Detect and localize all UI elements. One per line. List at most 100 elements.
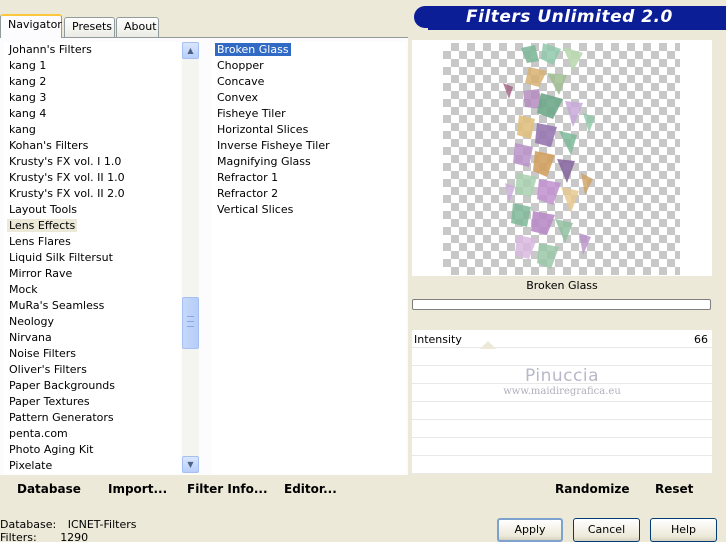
category-item-label: Layout Tools xyxy=(9,203,77,216)
database-button[interactable]: Database xyxy=(17,482,81,496)
filter-item[interactable]: Broken Glass xyxy=(212,42,406,58)
category-item[interactable]: Pixelate xyxy=(4,458,181,474)
category-item-label: Krusty's FX vol. II 1.0 xyxy=(9,171,125,184)
category-item-label: kang 1 xyxy=(9,59,47,72)
filter-item[interactable]: Magnifying Glass xyxy=(212,154,406,170)
category-item-label: kang 4 xyxy=(9,107,47,120)
category-item-label: Neology xyxy=(9,315,55,328)
category-list[interactable]: Johann's Filters kang 1 kang 2 kang 3 kang 4… xyxy=(4,42,181,474)
editor-button[interactable]: Editor... xyxy=(284,482,337,496)
scroll-up-button[interactable]: ▲ xyxy=(182,42,199,59)
filter-item-label: Fisheye Tiler xyxy=(217,107,286,120)
filter-item[interactable]: Inverse Fisheye Tiler xyxy=(212,138,406,154)
filter-item[interactable]: Chopper xyxy=(212,58,406,74)
category-item-label: Mock xyxy=(9,283,38,296)
category-item[interactable]: Layout Tools xyxy=(4,202,181,218)
category-item[interactable]: Oliver's Filters xyxy=(4,362,181,378)
category-item[interactable]: Mock xyxy=(4,282,181,298)
filter-item-label: Chopper xyxy=(217,59,264,72)
filters-status-label: Filters: xyxy=(0,531,37,542)
category-item-label: Liquid Silk Filtersut xyxy=(9,251,113,264)
filter-item[interactable]: Refractor 1 xyxy=(212,170,406,186)
filter-item[interactable]: Fisheye Tiler xyxy=(212,106,406,122)
scroll-down-button[interactable]: ▼ xyxy=(182,456,199,473)
category-item[interactable]: Kohan's Filters xyxy=(4,138,181,154)
import-button[interactable]: Import... xyxy=(108,482,167,496)
category-item-label: Paper Textures xyxy=(9,395,90,408)
watermark-name: Pinuccia xyxy=(525,366,599,386)
category-item[interactable]: kang 1 xyxy=(4,58,181,74)
category-item-label: Nirvana xyxy=(9,331,52,344)
param-row-empty xyxy=(412,348,712,366)
scroll-thumb[interactable] xyxy=(182,297,199,349)
category-item[interactable]: Liquid Silk Filtersut xyxy=(4,250,181,266)
filter-item[interactable]: Convex xyxy=(212,90,406,106)
param-row-empty xyxy=(412,456,712,474)
category-item-label: Oliver's Filters xyxy=(9,363,87,376)
category-item[interactable]: kang xyxy=(4,122,181,138)
category-item-label: Lens Flares xyxy=(9,235,71,248)
category-item-label: penta.com xyxy=(9,427,68,440)
param-row-empty xyxy=(412,438,712,456)
filter-item-label: Concave xyxy=(217,75,265,88)
filter-item-label: Refractor 1 xyxy=(217,171,279,184)
category-item[interactable]: Noise Filters xyxy=(4,346,181,362)
broken-glass-preview-icon xyxy=(503,43,595,269)
parameter-area: Intensity 66 Pinuccia www.maidiregrafica… xyxy=(412,330,712,474)
category-item-label: Noise Filters xyxy=(9,347,76,360)
help-button[interactable]: Help xyxy=(650,518,717,542)
filter-item[interactable]: Concave xyxy=(212,74,406,90)
intensity-label: Intensity xyxy=(414,333,462,346)
database-status: Database: ICNET-Filters xyxy=(0,518,136,531)
category-item[interactable]: kang 3 xyxy=(4,90,181,106)
category-item-label: Johann's Filters xyxy=(9,43,92,56)
category-item-label: kang 3 xyxy=(9,91,47,104)
tab-navigator[interactable]: Navigator xyxy=(0,14,62,38)
category-item[interactable]: kang 4 xyxy=(4,106,181,122)
category-item[interactable]: Photo Aging Kit xyxy=(4,442,181,458)
category-item[interactable]: Lens Flares xyxy=(4,234,181,250)
filter-item[interactable]: Refractor 2 xyxy=(212,186,406,202)
category-item[interactable]: Paper Textures xyxy=(4,394,181,410)
tab-presets[interactable]: Presets xyxy=(64,17,115,37)
category-scrollbar[interactable]: ▲ ▼ xyxy=(182,42,199,473)
intensity-row[interactable]: Intensity 66 xyxy=(412,330,712,349)
category-item[interactable]: Krusty's FX vol. I 1.0 xyxy=(4,154,181,170)
category-item[interactable]: MuRa's Seamless xyxy=(4,298,181,314)
filters-status-value: 1290 xyxy=(60,531,89,542)
category-item-label: Krusty's FX vol. I 1.0 xyxy=(9,155,122,168)
category-item[interactable]: Krusty's FX vol. II 1.0 xyxy=(4,170,181,186)
category-item-label: Kohan's Filters xyxy=(9,139,89,152)
filter-item-label: Vertical Slices xyxy=(217,203,294,216)
category-item-label: Photo Aging Kit xyxy=(9,443,94,456)
apply-button[interactable]: Apply xyxy=(497,518,563,542)
category-item-label: Krusty's FX vol. II 2.0 xyxy=(9,187,125,200)
category-item[interactable]: Paper Backgrounds xyxy=(4,378,181,394)
category-item-label: Pixelate xyxy=(9,459,53,472)
category-item[interactable]: Mirror Rave xyxy=(4,266,181,282)
cancel-button[interactable]: Cancel xyxy=(573,518,640,542)
filter-item-label: Broken Glass xyxy=(215,43,291,56)
reset-button[interactable]: Reset xyxy=(655,482,693,496)
category-item[interactable]: kang 2 xyxy=(4,74,181,90)
filter-info-button[interactable]: Filter Info... xyxy=(187,482,268,496)
category-item[interactable]: Krusty's FX vol. II 2.0 xyxy=(4,186,181,202)
category-item[interactable]: Nirvana xyxy=(4,330,181,346)
database-status-value: ICNET-Filters xyxy=(67,518,137,531)
filter-list[interactable]: Broken Glass Chopper Concave Convex Fisheye … xyxy=(212,42,406,474)
filter-item-label: Horizontal Slices xyxy=(217,123,309,136)
tab-about[interactable]: About xyxy=(116,17,159,37)
filter-item[interactable]: Vertical Slices xyxy=(212,202,406,218)
app-title-banner: Filters Unlimited 2.0 xyxy=(414,6,726,28)
category-item-label: Mirror Rave xyxy=(9,267,73,280)
filter-item[interactable]: Horizontal Slices xyxy=(212,122,406,138)
category-item-label: Paper Backgrounds xyxy=(9,379,116,392)
category-item[interactable]: Neology xyxy=(4,314,181,330)
category-item[interactable]: Johann's Filters xyxy=(4,42,181,58)
preview-image xyxy=(443,43,680,275)
filter-item-label: Convex xyxy=(217,91,258,104)
category-item[interactable]: penta.com xyxy=(4,426,181,442)
category-item[interactable]: Pattern Generators xyxy=(4,410,181,426)
randomize-button[interactable]: Randomize xyxy=(555,482,629,496)
category-item[interactable]: Lens Effects xyxy=(4,218,181,234)
